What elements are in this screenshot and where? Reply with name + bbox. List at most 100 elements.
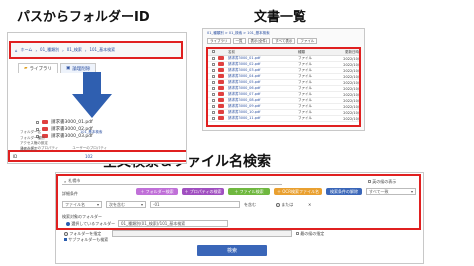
radio[interactable]: [66, 222, 70, 226]
list-item[interactable]: 請求書3000_01.pdf: [36, 119, 93, 125]
checkbox[interactable]: [36, 120, 39, 124]
target-folder-label: 検索対象のフォルダー: [62, 214, 102, 219]
file-name[interactable]: 請求書3000_08.pdf: [228, 98, 298, 103]
file-date: 2022/10/: [343, 116, 359, 121]
radio[interactable]: [64, 232, 68, 236]
breadcrumb-item[interactable]: 01_検索: [67, 47, 82, 53]
column-date[interactable]: 更新日時: [334, 50, 359, 55]
row-checkbox[interactable]: [211, 104, 215, 108]
folder-icon: ▰: [24, 66, 28, 71]
file-name[interactable]: 請求書3000_02.pdf: [228, 62, 298, 67]
display-select[interactable]: 表示(全件): [247, 38, 271, 44]
arrow-down-icon: [72, 72, 112, 118]
row-checkbox[interactable]: [211, 56, 215, 60]
toolbar: ライブラリ 一覧 表示(全件) すべて表示 ファイル: [207, 38, 318, 44]
file-type: ファイル: [298, 74, 312, 78]
file-name[interactable]: 請求書3000_07.pdf: [228, 92, 298, 97]
file-date: 2022/10/: [343, 98, 359, 103]
breadcrumb: ⌂ ホーム › 01_種類別 › 01_検索 › 101_基本検索: [9, 41, 183, 59]
list-view-button[interactable]: 一覧: [232, 38, 246, 44]
operator-select[interactable]: 次を含む ▾: [106, 201, 146, 208]
id-value: 102: [85, 154, 93, 159]
clear-conditions-button[interactable]: 検索条件の解除: [326, 188, 362, 195]
pdf-icon: [218, 98, 224, 102]
breadcrumb-item[interactable]: ホーム: [21, 47, 33, 53]
file-date: 2022/10/: [343, 80, 359, 85]
file-filter-select[interactable]: ファイル: [297, 38, 318, 44]
table-row[interactable]: 請求書3000_11.pdf ファイル 2022/10/: [208, 116, 359, 122]
file-type: ファイル: [298, 56, 312, 60]
property-search-button[interactable]: ＋ プロパティの検索: [182, 188, 224, 195]
search-panel: ⌕ 札幌市 英の候の表示 詳細条件 ＋ フォルダー検索 ＋ プロパティの検索 ＋ …: [55, 172, 424, 264]
select-all-checkbox[interactable]: [211, 50, 215, 53]
breadcrumb[interactable]: 01_種類別 > 01_検索 > 101_基本検索: [207, 31, 270, 36]
row-checkbox[interactable]: [211, 62, 215, 66]
match-mode-select[interactable]: すべて一致 ▾: [366, 188, 416, 195]
chevron-down-icon: ▾: [410, 189, 413, 194]
field-select[interactable]: ファイル名 ▾: [62, 201, 102, 208]
or-option[interactable]: または: [276, 202, 293, 208]
related-display-option[interactable]: 英の候の表示: [368, 179, 396, 185]
breadcrumb-item[interactable]: 101_基本検索: [89, 47, 115, 53]
file-date: 2022/10/: [343, 92, 359, 97]
home-icon[interactable]: ⌂: [15, 48, 18, 53]
file-name[interactable]: 請求書3000_09.pdf: [228, 104, 298, 109]
row-checkbox[interactable]: [211, 80, 215, 84]
file-name[interactable]: 請求書3000_01.pdf: [228, 56, 298, 61]
show-all-select[interactable]: すべて表示: [272, 38, 296, 44]
file-date: 2022/10/: [343, 104, 359, 109]
checkbox[interactable]: [64, 238, 67, 241]
search-icon: ⌕: [64, 178, 67, 184]
checkbox[interactable]: [368, 180, 371, 183]
file-name[interactable]: 請求書3000_05.pdf: [228, 80, 298, 85]
file-type: ファイル: [298, 110, 312, 114]
file-name[interactable]: 請求書3000_11.pdf: [228, 116, 298, 121]
caption-path-to-folder: パスからフォルダーID: [17, 10, 150, 25]
file-date: 2022/10/: [343, 62, 359, 67]
row-checkbox[interactable]: [211, 86, 215, 90]
pdf-icon: [218, 86, 224, 90]
file-name[interactable]: 請求書3000_06.pdf: [228, 86, 298, 91]
row-checkbox[interactable]: [211, 68, 215, 72]
folder-path-field[interactable]: [112, 230, 292, 237]
file-name[interactable]: 請求書3000_10.pdf: [228, 110, 298, 115]
extra-option[interactable]: 最の候の指定: [296, 231, 324, 237]
pdf-icon: [218, 80, 224, 84]
radio-selected-folder[interactable]: 選択しているフォルダー: [66, 221, 115, 227]
folder-search-button[interactable]: ＋ フォルダー検索: [136, 188, 178, 195]
file-search-button[interactable]: ＋ ファイル検索: [228, 188, 270, 195]
radio[interactable]: [276, 203, 280, 207]
file-date: 2022/10/: [343, 110, 359, 115]
column-name[interactable]: 名前: [228, 50, 298, 55]
library-button[interactable]: ライブラリ: [207, 38, 231, 44]
property-values: 101_基本検索: [80, 130, 103, 134]
row-checkbox[interactable]: [211, 116, 215, 120]
row-checkbox[interactable]: [211, 98, 215, 102]
file-date: 2022/10/: [343, 74, 359, 79]
tab-library[interactable]: ▰ ライブラリ: [18, 63, 58, 73]
pdf-icon: [218, 104, 224, 108]
pdf-icon: [218, 56, 224, 60]
row-checkbox[interactable]: [211, 110, 215, 114]
row-checkbox[interactable]: [211, 92, 215, 96]
keyword-input[interactable]: ⌕ 札幌市: [62, 178, 282, 185]
file-type: ファイル: [298, 92, 312, 96]
conditions-label: 詳細条件: [62, 191, 78, 196]
file-type: ファイル: [298, 80, 312, 84]
checkbox[interactable]: [296, 232, 299, 235]
file-name[interactable]: 請求書3000_04.pdf: [228, 74, 298, 79]
search-button[interactable]: 検索: [197, 245, 267, 256]
remove-condition-icon[interactable]: ✕: [308, 202, 311, 207]
file-name-input[interactable]: -01: [150, 201, 240, 208]
file-date: 2022/10/: [343, 86, 359, 91]
file-name[interactable]: 請求書3000_03.pdf: [228, 68, 298, 73]
subfolder-option[interactable]: サブフォルダーも検索: [64, 237, 108, 243]
trash-icon: ▣: [65, 66, 71, 71]
column-type[interactable]: 種類: [298, 50, 334, 55]
breadcrumb-item[interactable]: 01_種類別: [40, 47, 59, 53]
ocr-filename-search-button[interactable]: ＋ OCR検索ファイル名: [274, 188, 322, 195]
chevron-down-icon: ▾: [140, 202, 143, 207]
right-panel: 01_種類別 > 01_検索 > 101_基本検索 ライブラリ 一覧 表示(全件…: [202, 28, 365, 131]
pdf-icon: [42, 120, 48, 124]
row-checkbox[interactable]: [211, 74, 215, 78]
